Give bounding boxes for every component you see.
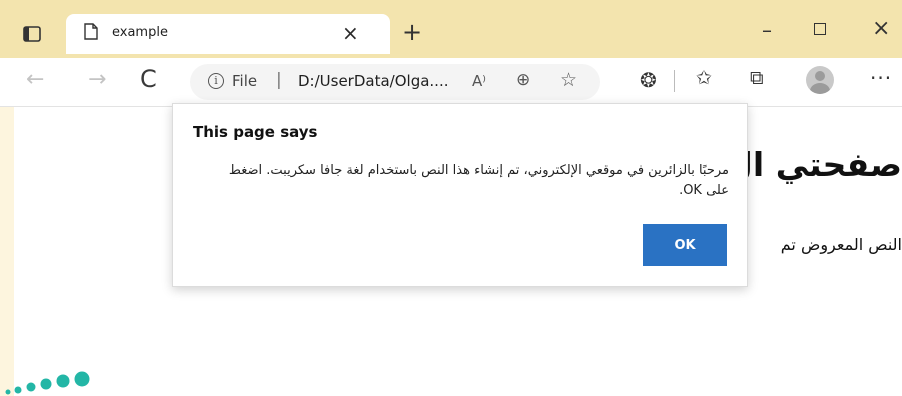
address-scheme-label: File <box>232 72 258 90</box>
page-text: النص المعروض تم <box>780 235 902 254</box>
tab-actions-icon[interactable] <box>22 24 42 44</box>
tab-example[interactable]: example × <box>66 14 390 54</box>
page-icon <box>84 23 98 40</box>
dialog-message: مرحبًا بالزائرين في موقعي الإلكتروني، تم… <box>228 163 729 198</box>
tab-strip: example × + – × <box>0 0 902 58</box>
info-icon[interactable]: i <box>208 73 224 89</box>
alert-dialog: This page says مرحبًا بالزائرين في موقعي… <box>172 103 748 287</box>
forward-arrow-icon[interactable]: → <box>88 67 106 92</box>
minimize-icon[interactable]: – <box>762 18 772 42</box>
browser-window: example × + – × ← → C i File | D:/UserDa… <box>0 0 902 396</box>
favorites-icon[interactable]: ✩ <box>696 67 712 89</box>
tab-close-icon[interactable]: × <box>342 21 359 45</box>
zoom-icon[interactable]: ⊕ <box>516 70 530 90</box>
collections-icon[interactable]: ⧉ <box>750 67 764 89</box>
tab-title: example <box>112 25 168 40</box>
read-aloud-icon[interactable]: A⁾ <box>472 72 486 90</box>
maximize-icon[interactable] <box>814 23 826 35</box>
more-icon[interactable]: ··· <box>870 66 892 90</box>
browser-toolbar: ← → C i File | D:/UserData/Olga.... A⁾ ⊕… <box>0 58 902 107</box>
address-separator: | <box>276 70 282 90</box>
refresh-icon[interactable]: C <box>140 65 157 93</box>
back-arrow-icon[interactable]: ← <box>26 67 44 92</box>
ok-button[interactable]: OK <box>643 224 727 266</box>
dialog-title: This page says <box>193 123 318 141</box>
address-url[interactable]: D:/UserData/Olga.... <box>298 72 448 90</box>
address-bar[interactable]: i File | D:/UserData/Olga.... A⁾ ⊕ ☆ <box>190 64 600 100</box>
favorite-add-icon[interactable]: ☆ <box>560 69 577 91</box>
avatar[interactable] <box>806 66 834 94</box>
toolbar-divider <box>674 70 675 92</box>
window-close-icon[interactable]: × <box>872 16 890 41</box>
page-heading: صفحتي ال <box>724 145 902 184</box>
extensions-icon[interactable]: ❂ <box>640 68 657 92</box>
logo-dots <box>5 371 90 395</box>
new-tab-button[interactable]: + <box>402 20 422 44</box>
